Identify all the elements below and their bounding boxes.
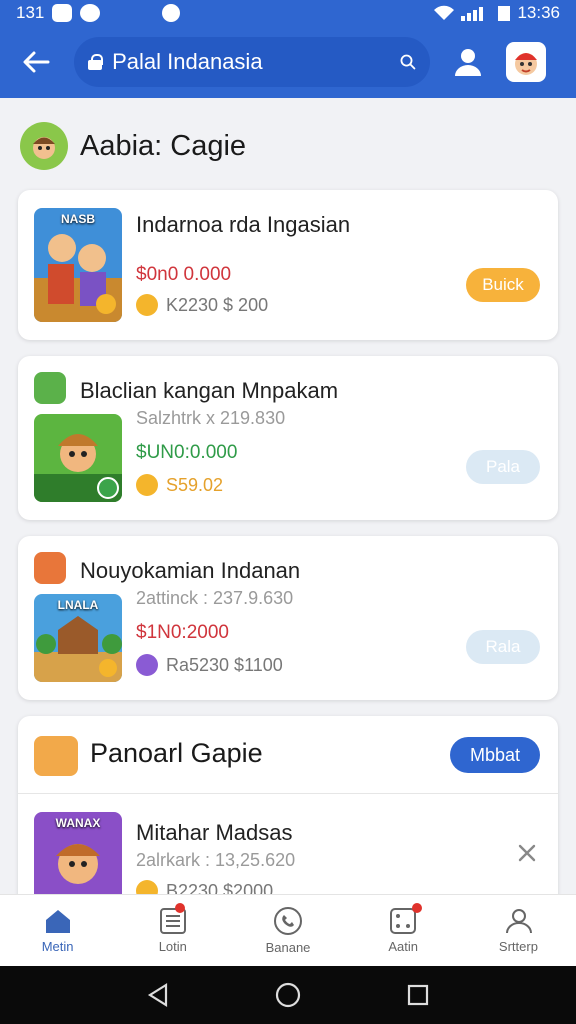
back-button[interactable] <box>14 40 58 84</box>
mascot-icon <box>515 53 537 75</box>
character-icon <box>34 736 78 776</box>
system-navigation <box>0 966 576 1024</box>
system-home-button[interactable] <box>268 975 308 1015</box>
notification-badge <box>411 903 422 913</box>
nav-item-settings[interactable]: Srtterp <box>461 895 576 966</box>
thumbnail-label: NASB <box>60 212 95 226</box>
buy-button[interactable]: Rala <box>466 630 540 664</box>
system-back-button[interactable] <box>138 975 178 1015</box>
thumbnail-label: WANAX <box>55 816 101 830</box>
product-subtitle: Salzhtrk x 219.830 <box>136 408 286 428</box>
product-subtitle: 2attinck : 237.9.630 <box>136 588 294 608</box>
product-name: Blaclian kangan Mnpakam <box>80 378 339 403</box>
featured-title: Panoarl Gapie <box>90 738 263 768</box>
coin-row: K2230 $ 200 <box>136 294 268 316</box>
product-card[interactable]: Blaclian kangan Mnpakam Salzhtrk x 219.8… <box>18 356 558 520</box>
section-header: Aabia: Cagie <box>20 122 246 170</box>
nav-label: Aatin <box>388 939 419 954</box>
home-icon <box>45 910 70 933</box>
gem-icon <box>136 654 158 676</box>
signal-icon <box>461 7 484 21</box>
product-name: Nouyokamian Indanan <box>80 558 301 583</box>
featured-section: Panoarl Gapie Mbbat WANAX Mitahar Madsas… <box>18 716 558 916</box>
nav-label: Srtterp <box>498 939 538 954</box>
lock-icon <box>88 54 104 70</box>
avatar[interactable] <box>506 42 546 82</box>
crown-icon <box>136 474 158 496</box>
more-button[interactable]: Mbbat <box>450 737 540 773</box>
nav-item-games[interactable]: Aatin <box>346 895 461 966</box>
coin-icon <box>136 294 158 316</box>
nav-label: Lotin <box>158 939 187 954</box>
nav-item-calls[interactable]: Banane <box>230 895 345 966</box>
product-card[interactable]: Nouyokamian Indanan 2attinck : 237.9.630… <box>18 536 558 700</box>
category-icon <box>34 552 66 584</box>
search-bar[interactable] <box>74 37 430 87</box>
product-subtitle: 2alrkark : 13,25.620 <box>136 850 296 870</box>
nav-label: Metin <box>41 939 74 954</box>
search-icon[interactable] <box>400 51 416 73</box>
arrow-left-icon <box>23 51 50 73</box>
featured-header: Panoarl Gapie Mbbat <box>18 716 558 794</box>
buy-button[interactable]: Buick <box>466 268 540 302</box>
notification-icon <box>52 4 73 22</box>
product-card[interactable]: NASB Indarnoa rda Ingasian $0n0 0.000 K2… <box>18 190 558 340</box>
product-thumbnail <box>34 414 122 502</box>
buy-button[interactable]: Pala <box>466 450 540 484</box>
battery-icon <box>498 6 511 21</box>
circle-home-icon <box>275 982 301 1008</box>
status-left-text: 131 <box>16 3 45 22</box>
coin-row: Ra5230 $1100 <box>136 654 283 676</box>
nav-item-home[interactable]: Metin <box>0 895 115 966</box>
phone-icon <box>274 907 302 935</box>
wifi-icon <box>434 5 455 20</box>
product-price: $1N0:2000 <box>136 622 229 643</box>
nav-item-list[interactable]: Lotin <box>115 895 230 966</box>
coin-value: S59.02 <box>166 474 224 495</box>
coin-row: S59.02 <box>136 474 223 496</box>
close-button[interactable] <box>512 838 542 868</box>
status-bar: 131 13:36 <box>0 0 576 26</box>
system-recents-button[interactable] <box>398 975 438 1015</box>
app-bar <box>0 26 576 98</box>
coin-value: K2230 $ 200 <box>166 294 269 315</box>
app-status-icon <box>162 4 181 22</box>
bottom-navigation: Metin Lotin Banane Aatin Srtterp <box>0 894 576 966</box>
product-price: $0n0 0.000 <box>136 264 232 285</box>
section-title: Aabia: Cagie <box>80 129 247 162</box>
profile-button[interactable] <box>446 40 490 84</box>
triangle-back-icon <box>147 983 168 1007</box>
status-time: 13:36 <box>517 3 560 22</box>
product-name: Indarnoa rda Ingasian <box>136 212 351 237</box>
user-settings-icon <box>506 909 533 934</box>
message-icon <box>80 4 101 22</box>
user-icon <box>455 49 481 76</box>
product-thumbnail: NASB <box>34 208 122 322</box>
product-thumbnail: LNALA <box>34 594 122 682</box>
category-icon <box>34 372 66 404</box>
product-price: $UN0:0.000 <box>136 442 238 463</box>
thumbnail-label: LNALA <box>57 598 99 612</box>
close-icon <box>518 844 536 862</box>
square-recents-icon <box>407 984 429 1006</box>
product-name: Mitahar Madsas <box>136 820 293 845</box>
character-icon <box>20 122 68 170</box>
search-input[interactable] <box>112 49 401 75</box>
coin-value: Ra5230 $1100 <box>166 654 283 675</box>
nav-label: Banane <box>265 940 311 955</box>
